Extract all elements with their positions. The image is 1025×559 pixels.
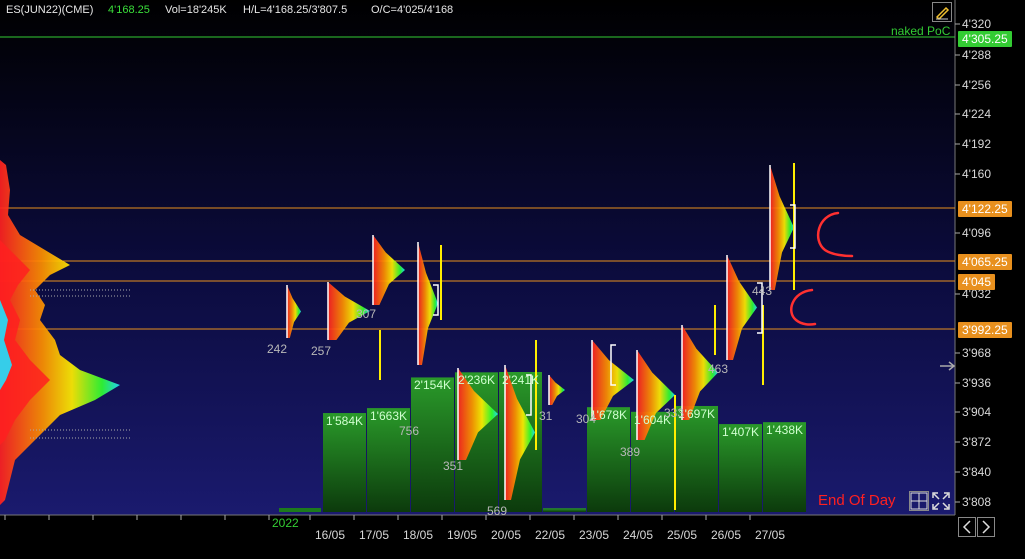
volume-bar-label: 1'663K	[370, 409, 407, 424]
date-axis-label: 27/05	[755, 528, 786, 542]
open-close-label: O/C=4'025/4'168	[371, 4, 454, 16]
date-axis-label: 19/05	[447, 528, 478, 542]
price-axis-label: 4'096	[962, 226, 991, 240]
profile-count-label: 351	[443, 459, 464, 473]
crosshair-grid-icon[interactable]	[909, 491, 929, 511]
profile-count-label: 304	[576, 412, 597, 426]
price-axis-label: 4'192	[962, 137, 991, 151]
volume-bar	[675, 405, 718, 512]
price-axis-label: 4'160	[962, 167, 991, 181]
profile-count-label: 333	[664, 406, 685, 420]
date-axis-label: 17/05	[359, 528, 390, 542]
high-low-label: H/L=4'168.25/3'807.5	[243, 4, 348, 16]
scroll-left-icon[interactable]	[958, 517, 976, 537]
price-axis-label: 3'840	[962, 465, 991, 479]
date-axis-label: 20/05	[491, 528, 522, 542]
profile-count-label: 569	[487, 504, 508, 518]
price-tag: 4'045	[958, 274, 995, 290]
volume-bar-label: 1'584K	[326, 414, 363, 429]
volume-bar	[411, 377, 454, 512]
date-axis-label: 23/05	[579, 528, 610, 542]
profile-count-label: 307	[356, 307, 377, 321]
end-of-day-label: End Of Day	[818, 492, 896, 509]
price-axis-label: 4'224	[962, 107, 991, 121]
naked-poc-label: naked PoC	[891, 24, 951, 38]
chart-area[interactable]	[0, 0, 1025, 559]
price-axis-label: 4'320	[962, 17, 991, 31]
draw-tool-icon[interactable]	[932, 2, 952, 22]
expand-icon[interactable]	[931, 491, 951, 511]
price-axis-label: 3'808	[962, 495, 991, 509]
volume-bar	[279, 508, 321, 512]
volume-bar-label: 2'236K	[458, 373, 495, 388]
price-tag: 4'305.25	[958, 31, 1012, 47]
volume-bar-label: 2'241K	[502, 373, 539, 387]
last-price-label: 4'168.25	[108, 4, 150, 16]
date-axis-label: 16/05	[315, 528, 346, 542]
scroll-right-icon[interactable]	[977, 517, 995, 537]
profile-count-label: 443	[752, 284, 773, 298]
price-axis-label: 3'904	[962, 405, 991, 419]
profile-count-label: 389	[620, 445, 641, 459]
date-axis-label: 25/05	[667, 528, 698, 542]
volume-bar	[543, 508, 586, 512]
date-axis-label: 18/05	[403, 528, 434, 542]
volume-bar-label: 1'407K	[722, 425, 759, 440]
symbol-label: ES(JUN22)(CME)	[6, 4, 94, 16]
profile-count-label: 257	[311, 344, 332, 358]
price-axis-label: 4'288	[962, 48, 991, 62]
price-tag: 4'122.25	[958, 201, 1012, 217]
volume-label: Vol=18'245K	[165, 4, 227, 16]
volume-bar-label: 2'154K	[414, 378, 451, 393]
price-axis-label: 3'936	[962, 376, 991, 390]
date-axis-label: 24/05	[623, 528, 654, 542]
date-axis-label: 22/05	[535, 528, 566, 542]
volume-bar-label: 1'438K	[766, 423, 803, 438]
price-tag: 3'992.25	[958, 322, 1012, 338]
date-axis-label: 26/05	[711, 528, 742, 542]
profile-count-label: 756	[399, 424, 420, 438]
price-axis-label: 3'872	[962, 435, 991, 449]
price-axis-label: 4'256	[962, 78, 991, 92]
price-axis-label: 3'968	[962, 346, 991, 360]
profile-count-label: 31	[539, 409, 553, 423]
year-label: 2022	[272, 516, 299, 530]
date-axis-panel	[0, 515, 955, 559]
profile-count-label: 463	[708, 362, 729, 376]
price-tag: 4'065.25	[958, 254, 1012, 270]
profile-count-label: 242	[267, 342, 288, 356]
